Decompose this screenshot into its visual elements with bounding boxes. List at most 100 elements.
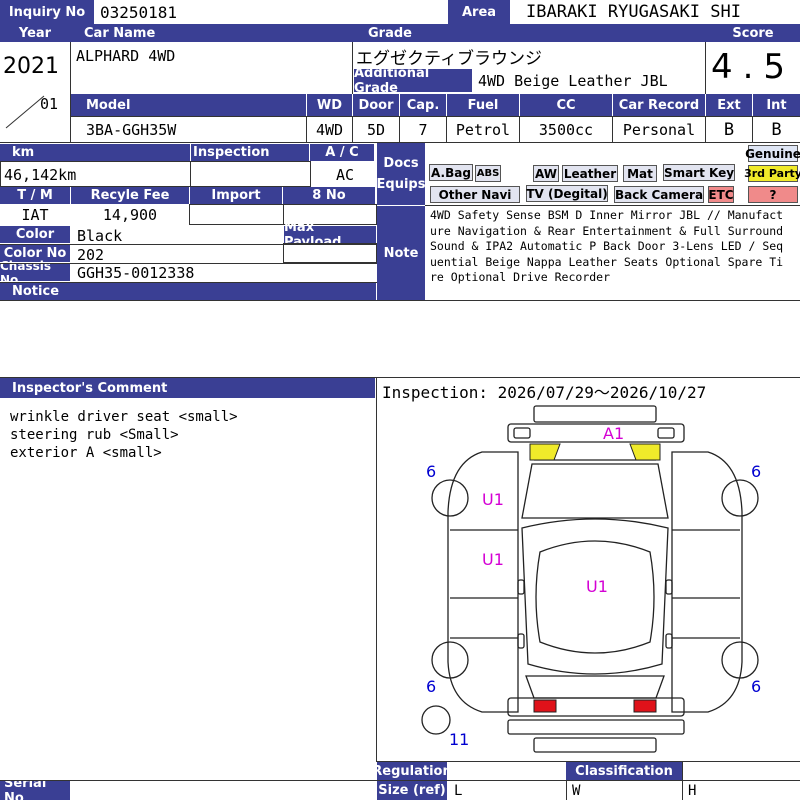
model-label: Model [70, 94, 306, 116]
area-label: Area [448, 0, 510, 24]
inspector-comment-text: wrinkle driver seat <small> steering rub… [10, 409, 238, 461]
row-rule [425, 205, 800, 206]
col-rule [612, 116, 613, 142]
ext-value: B [723, 120, 735, 140]
row-rule [0, 244, 377, 245]
third-party-tag: 3rd Party [744, 165, 800, 182]
cap-label: Cap. [400, 94, 446, 116]
tv-tag: TV (Degital) [526, 185, 608, 202]
int-value: B [771, 120, 782, 140]
fuel-value: Petrol [455, 121, 511, 139]
col-rule [352, 116, 353, 142]
size-w-value: W [572, 782, 581, 799]
docs-equips-label: Docs Equips [377, 143, 425, 205]
docs-label-line2: Equips [376, 177, 426, 192]
km-cell [0, 161, 191, 187]
row-rule [0, 263, 377, 264]
row-rule [0, 377, 800, 378]
month-value: 01 [39, 95, 59, 113]
etc-tag: ETC [708, 186, 734, 203]
col-rule [446, 116, 447, 142]
question-tag: ? [748, 186, 798, 203]
row-rule [70, 116, 800, 117]
ext-label: Ext [706, 94, 752, 116]
score-value: 4.5 [710, 47, 796, 87]
cap-value: 7 [418, 121, 428, 139]
smart-key-tag: Smart Key [663, 164, 735, 181]
wd-value: 4WD [315, 121, 344, 139]
wd-label: WD [307, 94, 352, 116]
col-rule [566, 781, 567, 800]
8-no-label: 8 No [283, 187, 375, 204]
wheel-mark-rear-left: 6 [426, 677, 437, 696]
recycle-fee-value: 14,900 [102, 206, 158, 224]
additional-grade-label: Additional Grade [354, 66, 472, 96]
leather-tag: Leather [562, 165, 618, 182]
headlight-right-damage [629, 443, 661, 461]
car-name-label: Car Name [70, 24, 352, 42]
headlight-left-damage [529, 443, 561, 461]
size-ref-label: Size (ref) [377, 781, 447, 800]
chassis-no-value: GGH35-0012338 [77, 263, 195, 282]
door-label: Door [353, 94, 399, 116]
damage-mark-u1-roof: U1 [586, 577, 608, 596]
genuine-tag: Genuine [745, 145, 800, 162]
tm-label: T / M [0, 187, 70, 204]
wheel-mark-front-left: 6 [426, 462, 437, 481]
fuel-label: Fuel [447, 94, 519, 116]
damage-mark-u1-left-rear: U1 [482, 550, 504, 569]
car-record-value: Personal [622, 121, 696, 139]
tm-value: IAT [21, 206, 49, 224]
grade-value: エグゼクティブラウンジ [356, 48, 542, 69]
inspection-label: Inspection [191, 144, 309, 161]
additional-grade-value: 4WD Beige Leather JBL [478, 71, 668, 90]
ac-label: A / C [310, 144, 374, 161]
import-label: Import [190, 187, 282, 204]
row-rule [0, 300, 800, 301]
size-h-value: H [688, 782, 697, 799]
back-camera-tag: Back Camera [614, 186, 704, 203]
year-divider-slash [5, 95, 45, 129]
abag-tag: A.Bag [429, 164, 473, 181]
color-label: Color [0, 226, 70, 243]
damage-mark-u1-left-front: U1 [482, 490, 504, 509]
col-rule [352, 42, 353, 94]
col-rule [376, 377, 377, 761]
cc-value: 3500cc [538, 121, 594, 139]
max-payload-cell [283, 243, 377, 263]
regulation-label: Regulation [372, 762, 452, 780]
col-rule [705, 42, 706, 94]
aw-tag: AW [533, 165, 559, 182]
note-text: 4WD Safety Sense BSM D Inner Mirror JBL … [430, 208, 784, 284]
note-label: Note [377, 206, 425, 300]
wheel-mark-rear-right: 6 [751, 677, 762, 696]
serial-no-label: Serial No [0, 776, 70, 800]
classification-label: Classification [566, 762, 682, 780]
year-label: Year [0, 24, 70, 42]
abs-tag: ABS [475, 165, 501, 182]
docs-label-line1: Docs [383, 156, 419, 171]
inspectors-comment-label: Inspector's Comment [0, 378, 375, 398]
ac-value: AC [335, 166, 354, 184]
size-l-value: L [454, 782, 463, 799]
inspection-cell [190, 161, 311, 187]
other-navi-tag: Other Navi [430, 186, 520, 203]
grade-label: Grade [352, 24, 706, 42]
col-rule [705, 116, 706, 142]
col-rule [752, 116, 753, 142]
model-value: 3BA-GGH35W [86, 121, 177, 139]
col-rule [519, 116, 520, 142]
wheel-mark-front-right: 6 [751, 462, 762, 481]
row-rule [0, 282, 377, 283]
taillight-left [533, 699, 557, 713]
color-value: Black [77, 226, 123, 245]
import-cell [189, 204, 284, 225]
inquiry-no-value: 03250181 [100, 2, 178, 22]
score-label: Score [706, 24, 800, 42]
door-value: 5D [366, 121, 386, 139]
car-name-value: ALPHARD 4WD [76, 47, 176, 65]
col-rule [682, 762, 683, 800]
km-label: km [0, 144, 190, 161]
area-value: IBARAKI RYUGASAKI SHI [526, 2, 741, 22]
max-payload-label: Max Payload [284, 220, 376, 250]
